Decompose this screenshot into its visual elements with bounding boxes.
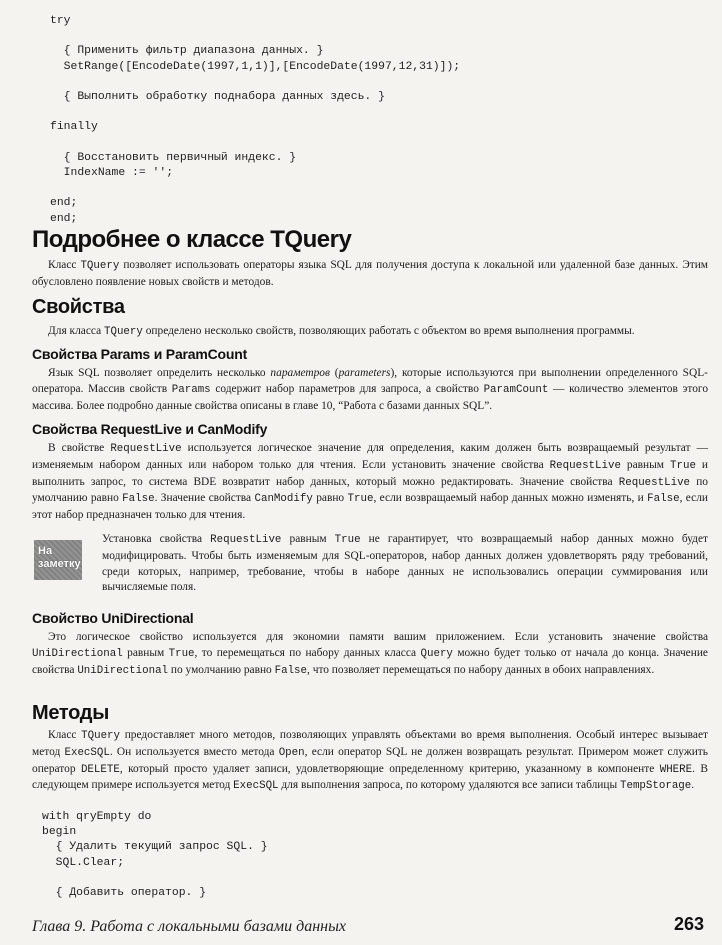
heading-properties: Свойства (32, 296, 125, 318)
code-line: SetRange([EncodeDate(1997,1,1)],[EncodeD… (50, 60, 461, 73)
paragraph-intro: Класс TQuery позволяет использовать опер… (32, 259, 709, 288)
paragraph-params: Язык SQL позволяет определить несколько … (32, 367, 709, 412)
paragraph-properties: Для класса TQuery определено несколько с… (48, 325, 635, 338)
heading-methods: Методы (32, 702, 109, 724)
note-text: Установка свойства RequestLive равным Tr… (102, 533, 709, 594)
page-number: 263 (674, 914, 705, 934)
code-line: { Выполнить обработку поднабора данных з… (50, 91, 385, 104)
heading-unidirectional: Свойство UniDirectional (32, 610, 194, 626)
paragraph-methods: Класс TQuery предоставляет много методов… (32, 729, 709, 793)
heading-requestlive: Свойства RequestLive и CanModify (32, 421, 268, 437)
code-line: try (50, 15, 71, 27)
paragraph-requestlive: В свойстве RequestLive используется логи… (32, 442, 708, 522)
paragraph-unidirectional: Это логическое свойство используется для… (32, 631, 708, 677)
code-line: { Восстановить первичный индекс. } (50, 151, 297, 164)
code-line: begin (42, 826, 77, 839)
code-line: { Применить фильтр диапазона данных. } (50, 45, 324, 58)
code-line: { Добавить оператор. } (42, 887, 207, 900)
heading-params: Свойства Params и ParamCount (32, 346, 248, 362)
code-line: end; (50, 197, 78, 210)
note-badge: На заметку (34, 540, 82, 580)
code-line: SQL.Clear; (42, 856, 125, 869)
code-line: finally (50, 121, 98, 134)
code-line: IndexName := ''; (50, 167, 174, 180)
code-listing-bottom: with qryEmpty do begin { Удалить текущий … (42, 810, 268, 901)
chapter-footer: Глава 9. Работа с локальными базами данн… (32, 918, 347, 935)
section-title-tquery: Подробнее о классе TQuery (32, 226, 352, 253)
code-listing-top: try { Применить фильтр диапазона данных.… (50, 14, 460, 227)
code-line: with qryEmpty do (42, 811, 152, 823)
code-line: { Удалить текущий запрос SQL. } (42, 841, 268, 854)
code-line: end; (50, 212, 78, 225)
